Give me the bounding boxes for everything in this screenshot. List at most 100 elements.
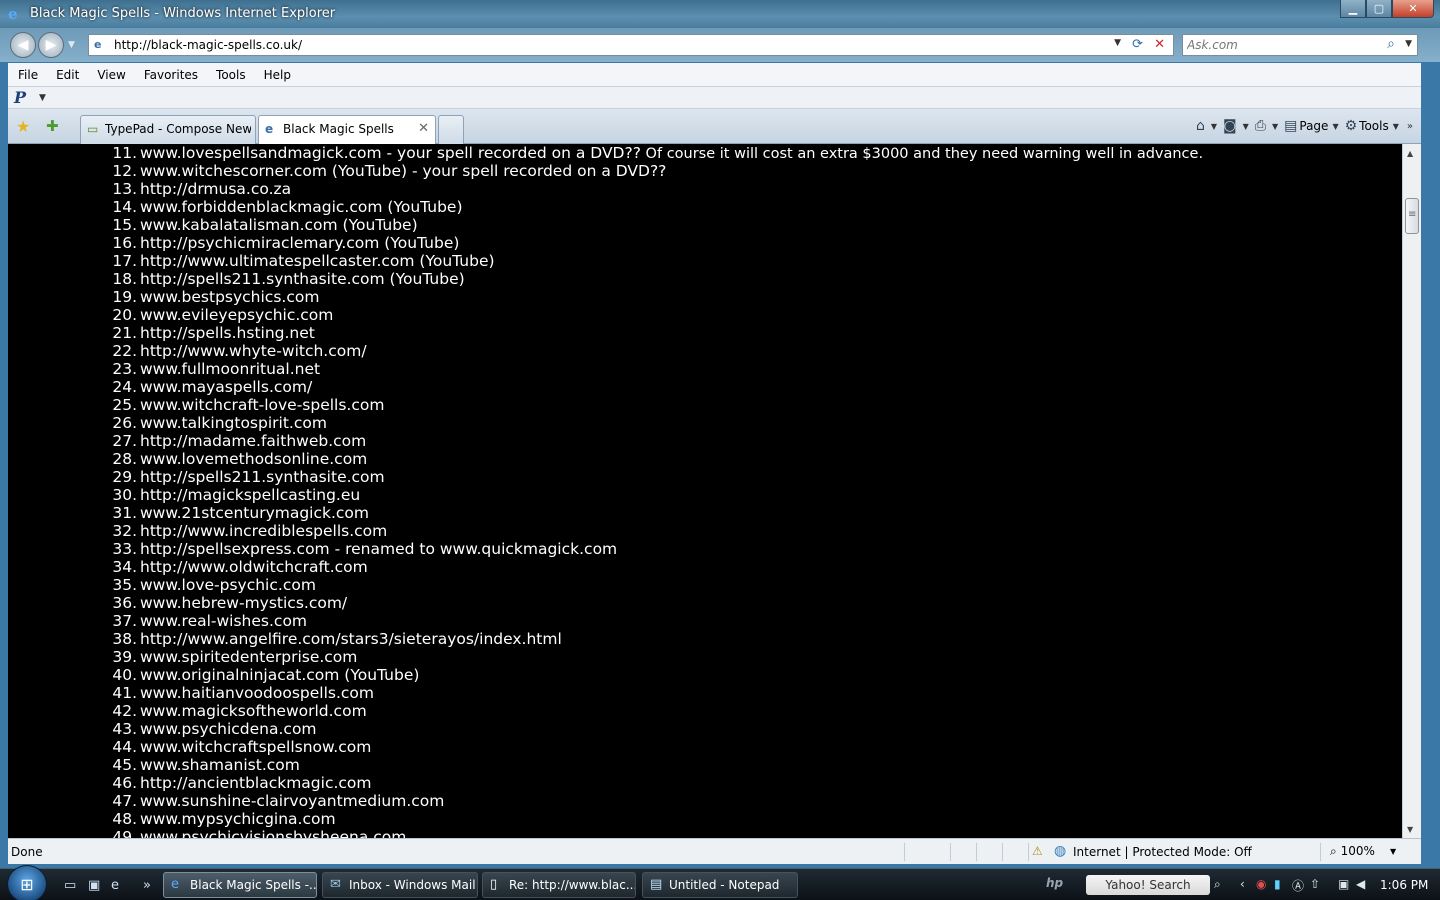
close-tab-icon[interactable]: ✕ bbox=[418, 121, 429, 136]
site-link[interactable]: www.spiritedenterprise.com bbox=[140, 648, 357, 666]
site-link[interactable]: www.love-psychic.com bbox=[140, 576, 316, 594]
site-link[interactable]: www.sunshine-clairvoyantmedium.com bbox=[140, 792, 444, 810]
maximize-button[interactable]: ▢ bbox=[1366, 0, 1392, 18]
taskbar-button-reply[interactable]: ▯ Re: http://www.blac... bbox=[482, 872, 636, 898]
popup-blocked-icon[interactable]: ⚠ bbox=[1032, 844, 1043, 858]
tools-menu-button[interactable]: ⚙ Tools ▼ bbox=[1345, 118, 1399, 134]
site-link[interactable]: www.lovemethodsonline.com bbox=[140, 450, 367, 468]
page-menu-button[interactable]: ▤ Page ▼ bbox=[1284, 118, 1338, 134]
back-button[interactable]: ◀ bbox=[10, 32, 36, 58]
show-desktop-icon[interactable]: ▭ bbox=[64, 878, 76, 893]
recent-pages-dropdown-icon[interactable]: ▼ bbox=[68, 40, 75, 50]
site-link[interactable]: http://www.oldwitchcraft.com bbox=[140, 558, 368, 576]
site-link[interactable]: www.witchcraft-love-spells.com bbox=[140, 396, 384, 414]
add-to-favorites-icon[interactable]: ✚ bbox=[46, 117, 59, 135]
yahoo-search-box[interactable]: Yahoo! Search bbox=[1086, 875, 1210, 895]
tray-upload-icon[interactable]: ⇧ bbox=[1310, 877, 1320, 891]
print-button[interactable]: ⎙ ▼ bbox=[1255, 118, 1278, 134]
tab-black-magic-spells[interactable]: e Black Magic Spells ✕ bbox=[258, 115, 436, 145]
site-link[interactable]: www.hebrew-mystics.com/ bbox=[140, 594, 347, 612]
network-icon[interactable]: ▣ bbox=[1338, 877, 1349, 891]
site-link[interactable]: www.fullmoonritual.net bbox=[140, 360, 320, 378]
scroll-up-icon[interactable]: ▲ bbox=[1407, 149, 1413, 158]
tray-security-icon[interactable]: ◉ bbox=[1256, 877, 1266, 891]
site-link[interactable]: www.shamanist.com bbox=[140, 756, 300, 774]
switch-windows-icon[interactable]: ▣ bbox=[88, 878, 100, 893]
address-dropdown-icon[interactable]: ▼ bbox=[1114, 38, 1121, 48]
site-link[interactable]: http://spells211.synthasite.com bbox=[140, 468, 385, 486]
stop-icon[interactable]: ✕ bbox=[1154, 37, 1165, 52]
menu-edit[interactable]: Edit bbox=[56, 68, 79, 82]
menu-file[interactable]: File bbox=[18, 68, 38, 82]
site-link[interactable]: http://www.ultimatespellcaster.com (YouT… bbox=[140, 252, 495, 270]
site-link[interactable]: www.witchcraftspellsnow.com bbox=[140, 738, 371, 756]
site-link[interactable]: http://spellsexpress.com - renamed to ww… bbox=[140, 540, 617, 558]
site-link[interactable]: www.psychicvisionsbysheena.com bbox=[140, 828, 406, 838]
site-link[interactable]: http://spells.hsting.net bbox=[140, 324, 315, 342]
clock[interactable]: 1:06 PM bbox=[1380, 878, 1428, 892]
ie-quicklaunch-icon[interactable]: e bbox=[111, 878, 119, 893]
search-icon[interactable]: ⌕ bbox=[1387, 36, 1395, 52]
site-link[interactable]: http://magickspellcasting.eu bbox=[140, 486, 360, 504]
site-link[interactable]: http://psychicmiraclemary.com (YouTube) bbox=[140, 234, 459, 252]
quicklaunch-more-icon[interactable]: » bbox=[143, 878, 151, 893]
site-link[interactable]: www.haitianvoodoospells.com bbox=[140, 684, 374, 702]
tray-a-icon[interactable]: Ⓐ bbox=[1292, 877, 1304, 894]
minimize-button[interactable]: ▁ bbox=[1340, 0, 1366, 18]
new-tab-button[interactable] bbox=[438, 115, 464, 144]
paypal-icon[interactable]: P bbox=[14, 88, 26, 107]
site-link[interactable]: www.21stcenturymagick.com bbox=[140, 504, 369, 522]
site-link[interactable]: www.forbiddenblackmagic.com (YouTube) bbox=[140, 198, 463, 216]
site-link[interactable]: www.psychicdena.com bbox=[140, 720, 317, 738]
menu-favorites[interactable]: Favorites bbox=[144, 68, 198, 82]
search-icon[interactable]: ⌕ bbox=[1214, 877, 1221, 892]
zoom-level[interactable]: ⌕ 100% bbox=[1330, 844, 1375, 859]
start-button[interactable]: ⊞ bbox=[7, 865, 47, 900]
site-link[interactable]: www.bestpsychics.com bbox=[140, 288, 319, 306]
menu-help[interactable]: Help bbox=[264, 68, 291, 82]
feeds-button[interactable]: ◙ ▼ bbox=[1223, 118, 1249, 134]
scrollbar-thumb[interactable] bbox=[1405, 198, 1419, 234]
address-bar[interactable]: e http://black-magic-spells.co.uk/ ▼ ⟳ ✕ bbox=[88, 34, 1174, 56]
site-link[interactable]: http://spells211.synthasite.com (YouTube… bbox=[140, 270, 465, 288]
tray-info-icon[interactable]: ▮ bbox=[1274, 877, 1281, 891]
menu-view[interactable]: View bbox=[97, 68, 125, 82]
close-window-button[interactable]: ✕ bbox=[1392, 0, 1434, 18]
zoom-dropdown-icon[interactable]: ▼ bbox=[1390, 847, 1396, 856]
site-link[interactable]: www.magicksoftheworld.com bbox=[140, 702, 367, 720]
site-link[interactable]: http://www.angelfire.com/stars3/sieteray… bbox=[140, 630, 562, 648]
search-box[interactable]: ⌕ ▼ bbox=[1182, 34, 1418, 56]
site-link[interactable]: www.originalninjacat.com (YouTube) bbox=[140, 666, 419, 684]
tab-typepad[interactable]: ▭ TypePad - Compose New ... bbox=[80, 115, 256, 144]
volume-icon[interactable]: ◀ bbox=[1356, 877, 1365, 891]
taskbar-button-ie[interactable]: e Black Magic Spells -... bbox=[163, 872, 317, 898]
site-link[interactable]: www.lovespellsandmagick.com - your spell… bbox=[140, 144, 1203, 162]
tray-expand-icon[interactable]: ‹ bbox=[1240, 877, 1245, 891]
site-link[interactable]: http://www.whyte-witch.com/ bbox=[140, 342, 367, 360]
taskbar-button-mail[interactable]: ✉ Inbox - Windows Mail bbox=[322, 872, 478, 898]
site-link[interactable]: http://ancientblackmagic.com bbox=[140, 774, 372, 792]
site-link[interactable]: www.evileyepsychic.com bbox=[140, 306, 333, 324]
scroll-down-icon[interactable]: ▼ bbox=[1407, 825, 1413, 834]
refresh-icon[interactable]: ⟳ bbox=[1132, 37, 1143, 52]
site-link[interactable]: www.mypsychicgina.com bbox=[140, 810, 336, 828]
site-link[interactable]: www.kabalatalisman.com (YouTube) bbox=[140, 216, 418, 234]
site-link[interactable]: http://www.incrediblespells.com bbox=[140, 522, 387, 540]
address-url[interactable]: http://black-magic-spells.co.uk/ bbox=[114, 38, 302, 52]
home-button[interactable]: ⌂ ▼ bbox=[1196, 118, 1217, 134]
favorites-center-icon[interactable]: ★ bbox=[16, 117, 30, 136]
site-link[interactable]: www.real-wishes.com bbox=[140, 612, 307, 630]
menu-tools[interactable]: Tools bbox=[216, 68, 246, 82]
security-zone[interactable]: Internet | Protected Mode: Off bbox=[1073, 845, 1252, 859]
search-input[interactable] bbox=[1187, 37, 1377, 53]
site-link[interactable]: http://madame.faithweb.com bbox=[140, 432, 366, 450]
vertical-scrollbar[interactable]: ▲ ▼ bbox=[1402, 144, 1421, 838]
forward-button[interactable]: ▶ bbox=[38, 32, 64, 58]
site-link[interactable]: www.witchescorner.com (YouTube) - your s… bbox=[140, 162, 666, 180]
taskbar-button-notepad[interactable]: ▤ Untitled - Notepad bbox=[642, 872, 798, 898]
site-link[interactable]: http://drmusa.co.za bbox=[140, 180, 291, 198]
site-link[interactable]: www.mayaspells.com/ bbox=[140, 378, 312, 396]
more-chevron-icon[interactable]: » bbox=[1407, 121, 1413, 132]
search-options-dropdown-icon[interactable]: ▼ bbox=[1405, 39, 1412, 49]
paypal-dropdown-icon[interactable]: ▼ bbox=[39, 93, 46, 103]
